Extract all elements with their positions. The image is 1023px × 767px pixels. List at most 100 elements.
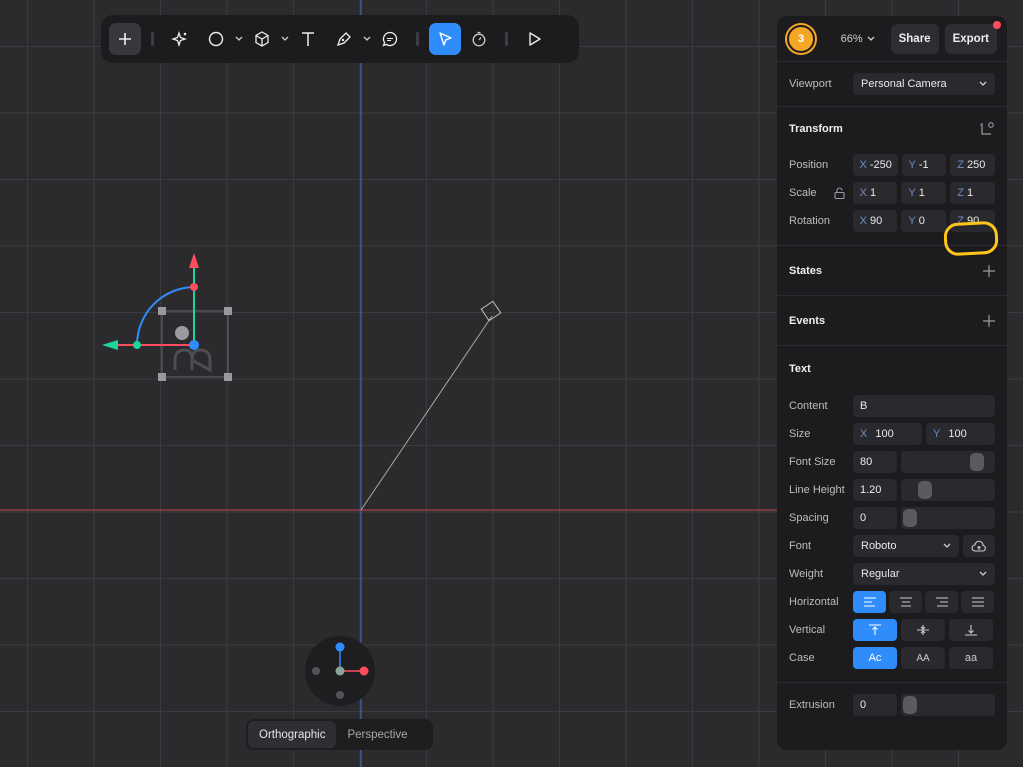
spacing-slider[interactable] [901, 507, 995, 529]
align-right-button[interactable] [925, 591, 958, 613]
gizmo-z-handle[interactable] [335, 642, 345, 652]
scale-x-field[interactable]: X1 [852, 182, 898, 204]
rotation-z-field[interactable]: Z 90 [950, 210, 996, 232]
extrusion-input[interactable]: 0 [853, 694, 897, 716]
valign-top-button[interactable] [853, 619, 897, 641]
font-value: Roboto [861, 540, 897, 552]
slider-knob[interactable] [903, 696, 917, 714]
slider-knob[interactable] [969, 453, 984, 471]
weight-dropdown[interactable]: Regular [853, 563, 995, 585]
valign-bottom-button[interactable] [949, 619, 993, 641]
axis-z-label: Z [957, 159, 964, 171]
case-upper-button[interactable]: AA [901, 647, 945, 669]
text-tool-button[interactable] [292, 23, 324, 55]
content-input[interactable]: B [853, 395, 995, 417]
slider-knob[interactable] [903, 509, 917, 527]
x-rotation-handle[interactable] [133, 341, 141, 349]
scale-z-field[interactable]: Z1 [950, 182, 996, 204]
cloud-upload-icon [971, 540, 986, 552]
spacing-input[interactable]: 0 [853, 507, 897, 529]
align-center-button[interactable] [889, 591, 922, 613]
play-icon [529, 32, 541, 46]
transform-section: Transform Position X -250 Y -1 Z 250 Scale … [777, 107, 1007, 246]
position-z-field[interactable]: Z 250 [950, 154, 995, 176]
orthographic-option[interactable]: Orthographic [248, 721, 337, 748]
zoom-value: 66% [840, 32, 863, 45]
panel-header: 3 66% Share Export [777, 16, 1007, 62]
rotation-x-field[interactable]: X 90 [852, 210, 898, 232]
plus-icon [119, 33, 131, 45]
rotation-y-value: 0 [918, 215, 925, 227]
chevron-down-icon [979, 81, 987, 86]
comment-tool-button[interactable] [374, 23, 406, 55]
font-size-input[interactable]: 80 [853, 451, 897, 473]
transform-title: Transform [789, 123, 843, 135]
resize-handle-tl[interactable] [158, 307, 166, 315]
zoom-dropdown[interactable]: 66% [841, 33, 875, 45]
main-toolbar [101, 15, 579, 63]
line-height-slider[interactable] [901, 479, 995, 501]
gizmo-neg-z-handle[interactable] [336, 691, 344, 699]
valign-middle-button[interactable] [901, 619, 945, 641]
gizmo-center[interactable] [335, 666, 345, 676]
export-button[interactable]: Export [944, 23, 997, 54]
line-height-input[interactable]: 1.20 [853, 479, 897, 501]
shape-tool-button[interactable] [200, 23, 232, 55]
pen-icon [336, 32, 351, 47]
add-event-plus-icon[interactable] [983, 314, 995, 327]
y-axis-arrow[interactable] [189, 253, 199, 268]
resize-handle-br[interactable] [224, 373, 232, 381]
y-rotation-handle[interactable] [190, 283, 198, 291]
line-height-label: Line Height [789, 484, 845, 496]
axis-compass [312, 642, 369, 699]
shape-dropdown-toggle[interactable] [232, 23, 246, 55]
user-avatar[interactable]: 3 [787, 24, 815, 53]
case-lower-button[interactable]: aa [949, 647, 993, 669]
timer-tool-button[interactable] [463, 23, 495, 55]
align-left-button[interactable] [853, 591, 886, 613]
font-dropdown[interactable]: Roboto [853, 535, 959, 557]
position-x-field[interactable]: X -250 [852, 154, 898, 176]
size-x-field[interactable]: X 100 [853, 423, 922, 445]
pen-dropdown-toggle[interactable] [360, 23, 374, 55]
resize-handle-bl[interactable] [158, 373, 166, 381]
case-title-button[interactable]: Ac [853, 647, 897, 669]
share-button[interactable]: Share [890, 23, 939, 54]
object-dropdown-toggle[interactable] [278, 23, 292, 55]
play-button[interactable] [518, 23, 550, 55]
axis-y-label: Y [933, 428, 941, 440]
scale-y-field[interactable]: Y1 [901, 182, 947, 204]
add-state-plus-icon[interactable] [983, 264, 995, 277]
orientation-gizmo[interactable] [305, 636, 375, 706]
object-tool-button[interactable] [246, 23, 278, 55]
add-button[interactable] [109, 23, 141, 55]
resize-handle-tr[interactable] [224, 307, 232, 315]
unlock-icon[interactable] [834, 187, 845, 199]
pivot-marker[interactable] [175, 326, 189, 340]
extrusion-slider[interactable] [901, 694, 995, 716]
viewport-dropdown[interactable]: Personal Camera [853, 73, 995, 95]
font-size-slider[interactable] [901, 451, 995, 473]
position-y-field[interactable]: Y -1 [901, 154, 947, 176]
position-label: Position [789, 159, 829, 171]
axis-y-label: Y [908, 187, 916, 199]
rotation-label: Rotation [789, 215, 830, 227]
gizmo-x-handle[interactable] [359, 666, 369, 676]
size-y-field[interactable]: Y 100 [926, 423, 995, 445]
size-x-value: 100 [875, 428, 894, 440]
camera-direction-line [360, 315, 493, 511]
rotation-z-value: 90 [966, 215, 980, 227]
upload-font-button[interactable] [963, 535, 995, 557]
x-axis-arrow[interactable] [102, 340, 118, 350]
slider-knob[interactable] [918, 481, 933, 499]
align-justify-button[interactable] [961, 591, 994, 613]
perspective-option[interactable]: Perspective [336, 721, 418, 748]
gizmo-neg-x-handle[interactable] [312, 667, 320, 675]
pivot-settings-icon[interactable] [979, 121, 995, 137]
rotation-y-field[interactable]: Y0 [901, 210, 947, 232]
ai-tool-button[interactable] [164, 23, 196, 55]
pen-tool-button[interactable] [328, 23, 360, 55]
origin-handle[interactable] [189, 340, 199, 350]
select-tool-button[interactable] [429, 23, 461, 55]
align-right-icon [935, 597, 948, 607]
